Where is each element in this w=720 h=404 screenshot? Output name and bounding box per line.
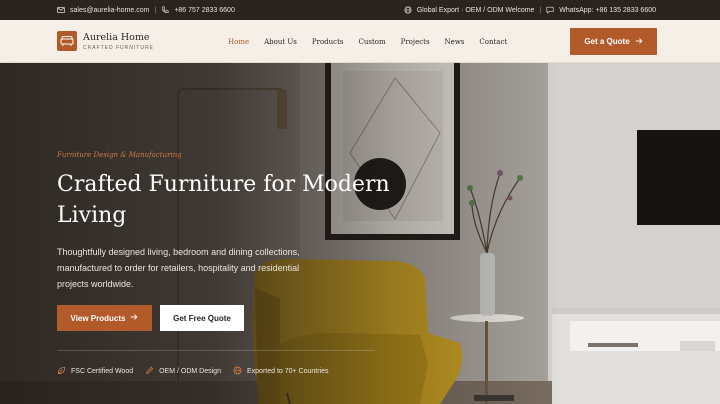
view-products-label: View Products	[70, 313, 126, 323]
phone-icon	[161, 6, 169, 14]
nav-item-projects[interactable]: Projects	[401, 38, 430, 46]
chat-icon	[546, 6, 554, 14]
logo[interactable]: Aurelia Home CRAFTED FURNITURE	[57, 31, 154, 51]
hero-divider	[57, 350, 375, 351]
nav-item-news[interactable]: News	[445, 38, 465, 46]
get-a-quote-button[interactable]: Get a Quote	[570, 28, 657, 55]
topbar-phone[interactable]: +86 757 2833 6600	[174, 7, 235, 14]
site-header: Aurelia Home CRAFTED FURNITURE Home Abou…	[0, 20, 720, 63]
nav-item-products[interactable]: Products	[312, 38, 344, 46]
nav-item-home[interactable]: Home	[228, 38, 249, 46]
logo-text: Aurelia Home CRAFTED FURNITURE	[83, 32, 154, 51]
main-nav: Home About Us Products Custom Projects N…	[228, 20, 522, 63]
view-products-button[interactable]: View Products	[57, 305, 152, 331]
get-free-quote-button[interactable]: Get Free Quote	[160, 305, 244, 331]
feature-label: OEM / ODM Design	[159, 368, 221, 375]
feature-label: FSC Certified Wood	[71, 368, 134, 375]
top-contact-bar: sales@aurelia-home.com | +86 757 2833 66…	[0, 0, 720, 20]
feature-export: Exported to 70+ Countries	[233, 366, 329, 377]
topbar-separator: |	[539, 6, 542, 14]
arrow-right-icon	[130, 313, 138, 323]
globe-icon	[233, 366, 242, 377]
feature-oem-odm: OEM / ODM Design	[145, 366, 221, 377]
hero-title: Crafted Furniture for Modern Living	[57, 172, 390, 228]
nav-item-custom[interactable]: Custom	[359, 38, 386, 46]
brand-tagline: CRAFTED FURNITURE	[83, 44, 154, 51]
feature-fsc: FSC Certified Wood	[57, 366, 133, 377]
nav-item-about-us[interactable]: About Us	[264, 38, 297, 46]
topbar-email[interactable]: sales@aurelia-home.com	[70, 7, 149, 14]
hero-description: Thoughtfully designed living, bedroom an…	[57, 247, 300, 289]
globe-icon	[404, 6, 412, 14]
nav-item-contact[interactable]: Contact	[479, 38, 507, 46]
hero-features: FSC Certified Wood OEM / ODM Design Expo…	[57, 366, 329, 377]
sofa-logo-icon	[57, 31, 77, 51]
topbar-info: Global Export · OEM / ODM Welcome | What…	[404, 0, 656, 20]
feature-label: Exported to 70+ Countries	[246, 368, 329, 375]
get-a-quote-label: Get a Quote	[584, 37, 630, 46]
leaf-icon	[57, 366, 66, 377]
topbar-contacts: sales@aurelia-home.com | +86 757 2833 66…	[57, 0, 235, 20]
topbar-separator: |	[154, 6, 157, 14]
pen-icon	[145, 366, 154, 377]
hero-section: Furniture Design & Manufacturing Crafted…	[0, 63, 720, 404]
hero-dark-overlay	[0, 63, 720, 404]
topbar-global-export: Global Export · OEM / ODM Welcome	[416, 6, 535, 14]
brand-name: Aurelia Home	[83, 31, 150, 43]
topbar-whatsapp[interactable]: WhatsApp: +86 135 2833 6600	[559, 7, 656, 14]
hero-eyebrow: Furniture Design & Manufacturing	[57, 151, 182, 159]
mail-icon	[57, 6, 65, 14]
arrow-right-icon	[635, 37, 643, 47]
